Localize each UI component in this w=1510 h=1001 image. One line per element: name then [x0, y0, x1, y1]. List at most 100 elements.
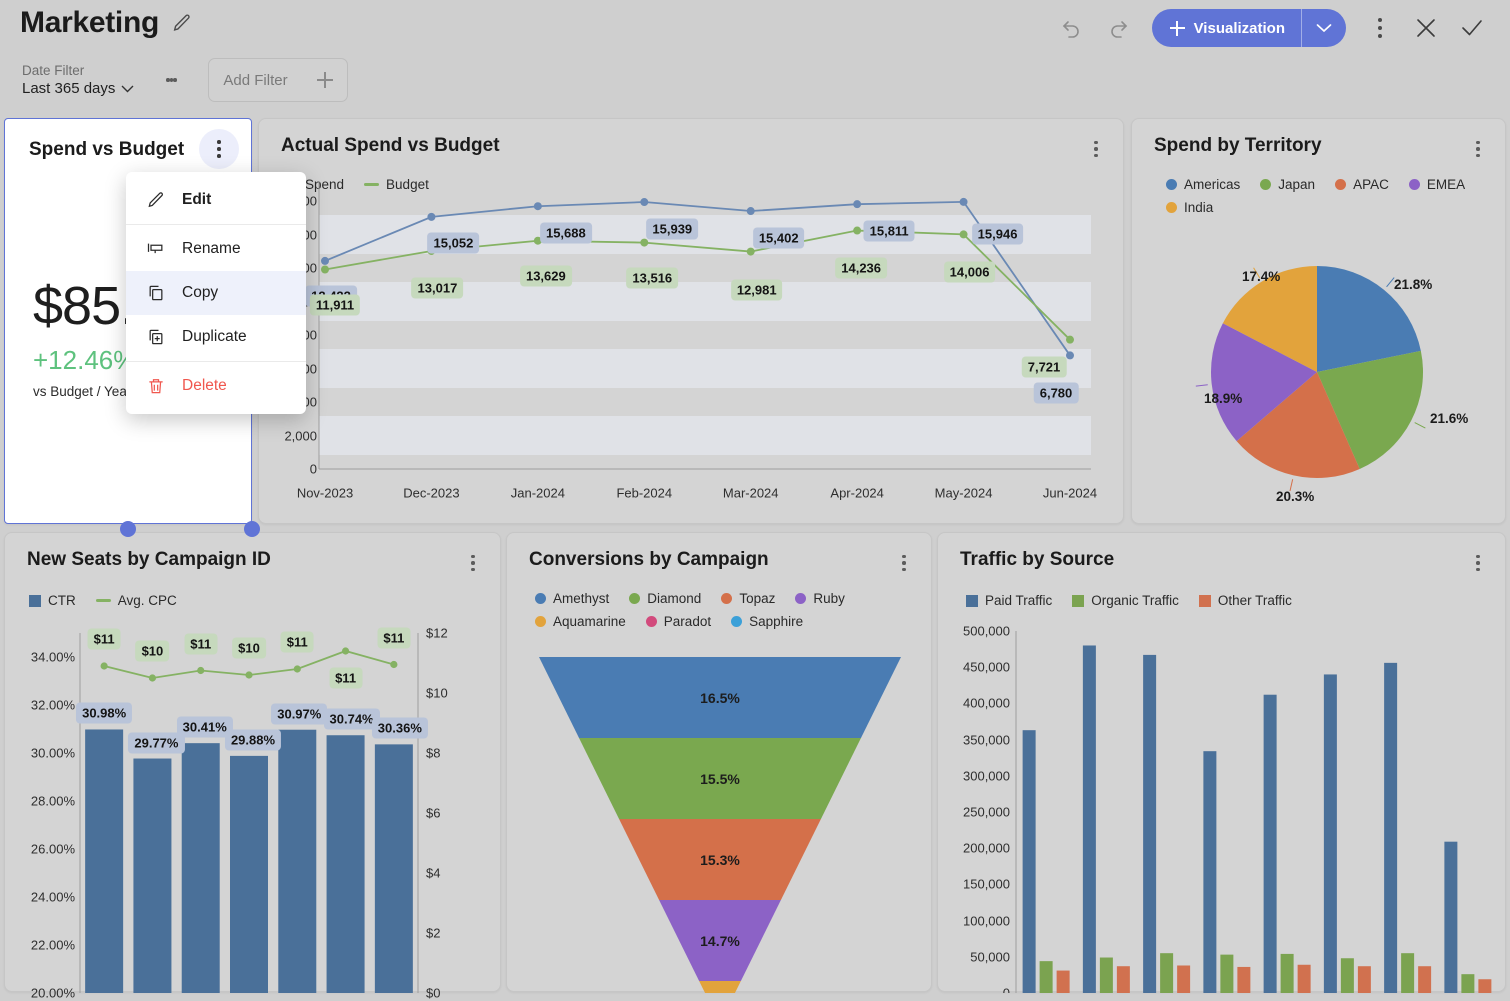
pie-slice-label: 17.4%	[1242, 269, 1281, 284]
pencil-icon	[148, 192, 163, 208]
bar	[1401, 953, 1415, 993]
data-label-spend: 15,811	[863, 220, 915, 242]
menu-item-label: Copy	[182, 284, 219, 301]
bar	[1116, 966, 1130, 993]
axis-tick-label: $6	[426, 805, 441, 821]
add-visualization-button[interactable]: Visualization	[1151, 9, 1346, 47]
menu-item-label: Delete	[182, 377, 227, 394]
bar	[1340, 958, 1354, 993]
bar	[1203, 751, 1217, 993]
kpi-subtitle: vs Budget / Year	[33, 384, 132, 399]
bar	[1039, 961, 1053, 993]
bar	[1099, 957, 1113, 993]
menu-item-copy[interactable]: Copy	[126, 271, 306, 315]
axis-tick-label: 0	[309, 461, 317, 477]
bar	[1461, 974, 1475, 993]
menu-item-duplicate[interactable]: Duplicate	[126, 315, 306, 359]
bar	[326, 735, 365, 993]
data-label-spend: 15,688	[539, 222, 592, 244]
data-label-ctr: 30.36%	[371, 717, 428, 739]
bar	[1056, 970, 1070, 993]
data-label-budget: 13,516	[626, 267, 679, 289]
menu-item-label: Edit	[182, 191, 212, 208]
funnel-segment-label: 14.7%	[700, 932, 740, 949]
resize-handle-corner[interactable]	[244, 521, 260, 537]
card-context-menu[interactable]: Edit Rename Copy Duplicate Delete	[126, 172, 306, 414]
pencil-icon[interactable]	[171, 12, 193, 34]
add-visualization-main[interactable]: Visualization	[1152, 9, 1301, 47]
card-spend-by-territory[interactable]: Spend by Territory Americas Japan APAC EMEA…	[1131, 118, 1506, 524]
date-filter[interactable]: Date Filter Last 365 days	[22, 63, 134, 97]
add-filter-button[interactable]: Add Filter	[208, 58, 349, 102]
bar	[1323, 674, 1337, 993]
bar	[1384, 662, 1398, 993]
data-label-budget: 14,236	[835, 257, 888, 279]
axis-tick-label: $12	[426, 625, 448, 641]
close-icon[interactable]	[1406, 8, 1446, 48]
axis-tick-label: $10	[426, 685, 448, 701]
data-label-budget: 13,629	[519, 265, 572, 287]
axis-tick-label: 350,000	[963, 732, 1010, 748]
card-actual-spend-vs-budget[interactable]: Actual Spend vs Budget Spend Budget 0 2,00…	[258, 118, 1124, 524]
bar	[1478, 979, 1492, 993]
menu-item-delete[interactable]: Delete	[126, 364, 306, 408]
more-options-kebab[interactable]	[1360, 8, 1400, 48]
chevron-down-icon	[121, 85, 134, 93]
data-label-spend: 15,402	[752, 227, 805, 249]
combo-chart-plot: 20.00% 22.00% 24.00% 26.00% 28.00% 30.00% 32.0…	[5, 533, 502, 1001]
visualization-dropdown-toggle[interactable]	[1302, 9, 1346, 47]
bar	[278, 729, 317, 993]
axis-tick-label: Mar-2024	[722, 485, 779, 501]
card-title: Spend vs Budget	[29, 139, 185, 160]
plus-icon	[1169, 20, 1185, 36]
axis-tick-label: Jan-2024	[510, 485, 565, 501]
bar	[230, 755, 268, 993]
axis-tick-label: 450,000	[963, 659, 1010, 675]
axis-tick-label: Feb-2024	[616, 485, 673, 501]
data-label-cpc: $11	[184, 633, 218, 654]
bar	[1177, 965, 1191, 993]
filter-options-kebab[interactable]	[158, 65, 184, 95]
add-visualization-label: Visualization	[1193, 19, 1285, 37]
axis-tick-label: Apr-2024	[830, 485, 884, 501]
data-label-ctr: 30.97%	[271, 703, 328, 725]
divider	[126, 361, 306, 362]
pie-slice-label: 20.3%	[1276, 489, 1315, 504]
menu-arrow	[208, 172, 224, 173]
pie-slice-label: 21.6%	[1430, 411, 1469, 426]
data-label-budget: 7,721	[1021, 356, 1067, 378]
axis-tick-label: 250,000	[963, 804, 1010, 820]
axis-tick-label: 30.00%	[30, 745, 75, 761]
card-conversions-by-campaign[interactable]: Conversions by Campaign Amethyst Diamond T…	[506, 532, 932, 993]
rename-icon	[147, 243, 163, 254]
funnel-segment-label: 16.5%	[700, 689, 740, 706]
check-icon[interactable]	[1452, 8, 1492, 48]
axis-tick-label: $4	[426, 865, 441, 881]
axis-tick-label: 200,000	[963, 840, 1010, 856]
card-menu-kebab[interactable]	[199, 129, 239, 169]
funnel-segment-label: 15.3%	[700, 851, 740, 868]
undo-icon[interactable]	[1052, 8, 1092, 48]
resize-handle-bottom[interactable]	[120, 521, 136, 537]
kpi-value: $85.	[33, 276, 135, 336]
axis-tick-label: 50,000	[970, 949, 1010, 965]
redo-icon[interactable]	[1098, 8, 1138, 48]
bar	[1237, 966, 1251, 993]
menu-item-rename[interactable]: Rename	[126, 227, 306, 271]
bar	[181, 743, 220, 993]
bar	[374, 744, 413, 993]
bar	[1143, 654, 1157, 993]
card-traffic-by-source[interactable]: Traffic by Source Paid Traffic Organic Tr…	[937, 532, 1507, 993]
data-label-spend: 15,939	[646, 218, 699, 240]
bar	[133, 758, 172, 993]
date-filter-label: Date Filter	[22, 63, 85, 78]
data-label-spend: 6,780	[1033, 382, 1079, 404]
bar	[85, 729, 124, 993]
bar-chart-plot: 0 50,000 100,000 150,000 200,000 250,000 300,0…	[938, 533, 1507, 993]
card-new-seats-by-campaign-id[interactable]: New Seats by Campaign ID CTR Avg. CPC 20.…	[4, 532, 502, 1001]
menu-item-edit[interactable]: Edit	[126, 178, 306, 222]
divider	[126, 224, 306, 225]
axis-tick-label: 20.00%	[30, 985, 75, 1001]
axis-tick-label: 28.00%	[30, 793, 75, 809]
date-filter-value[interactable]: Last 365 days	[22, 80, 134, 97]
